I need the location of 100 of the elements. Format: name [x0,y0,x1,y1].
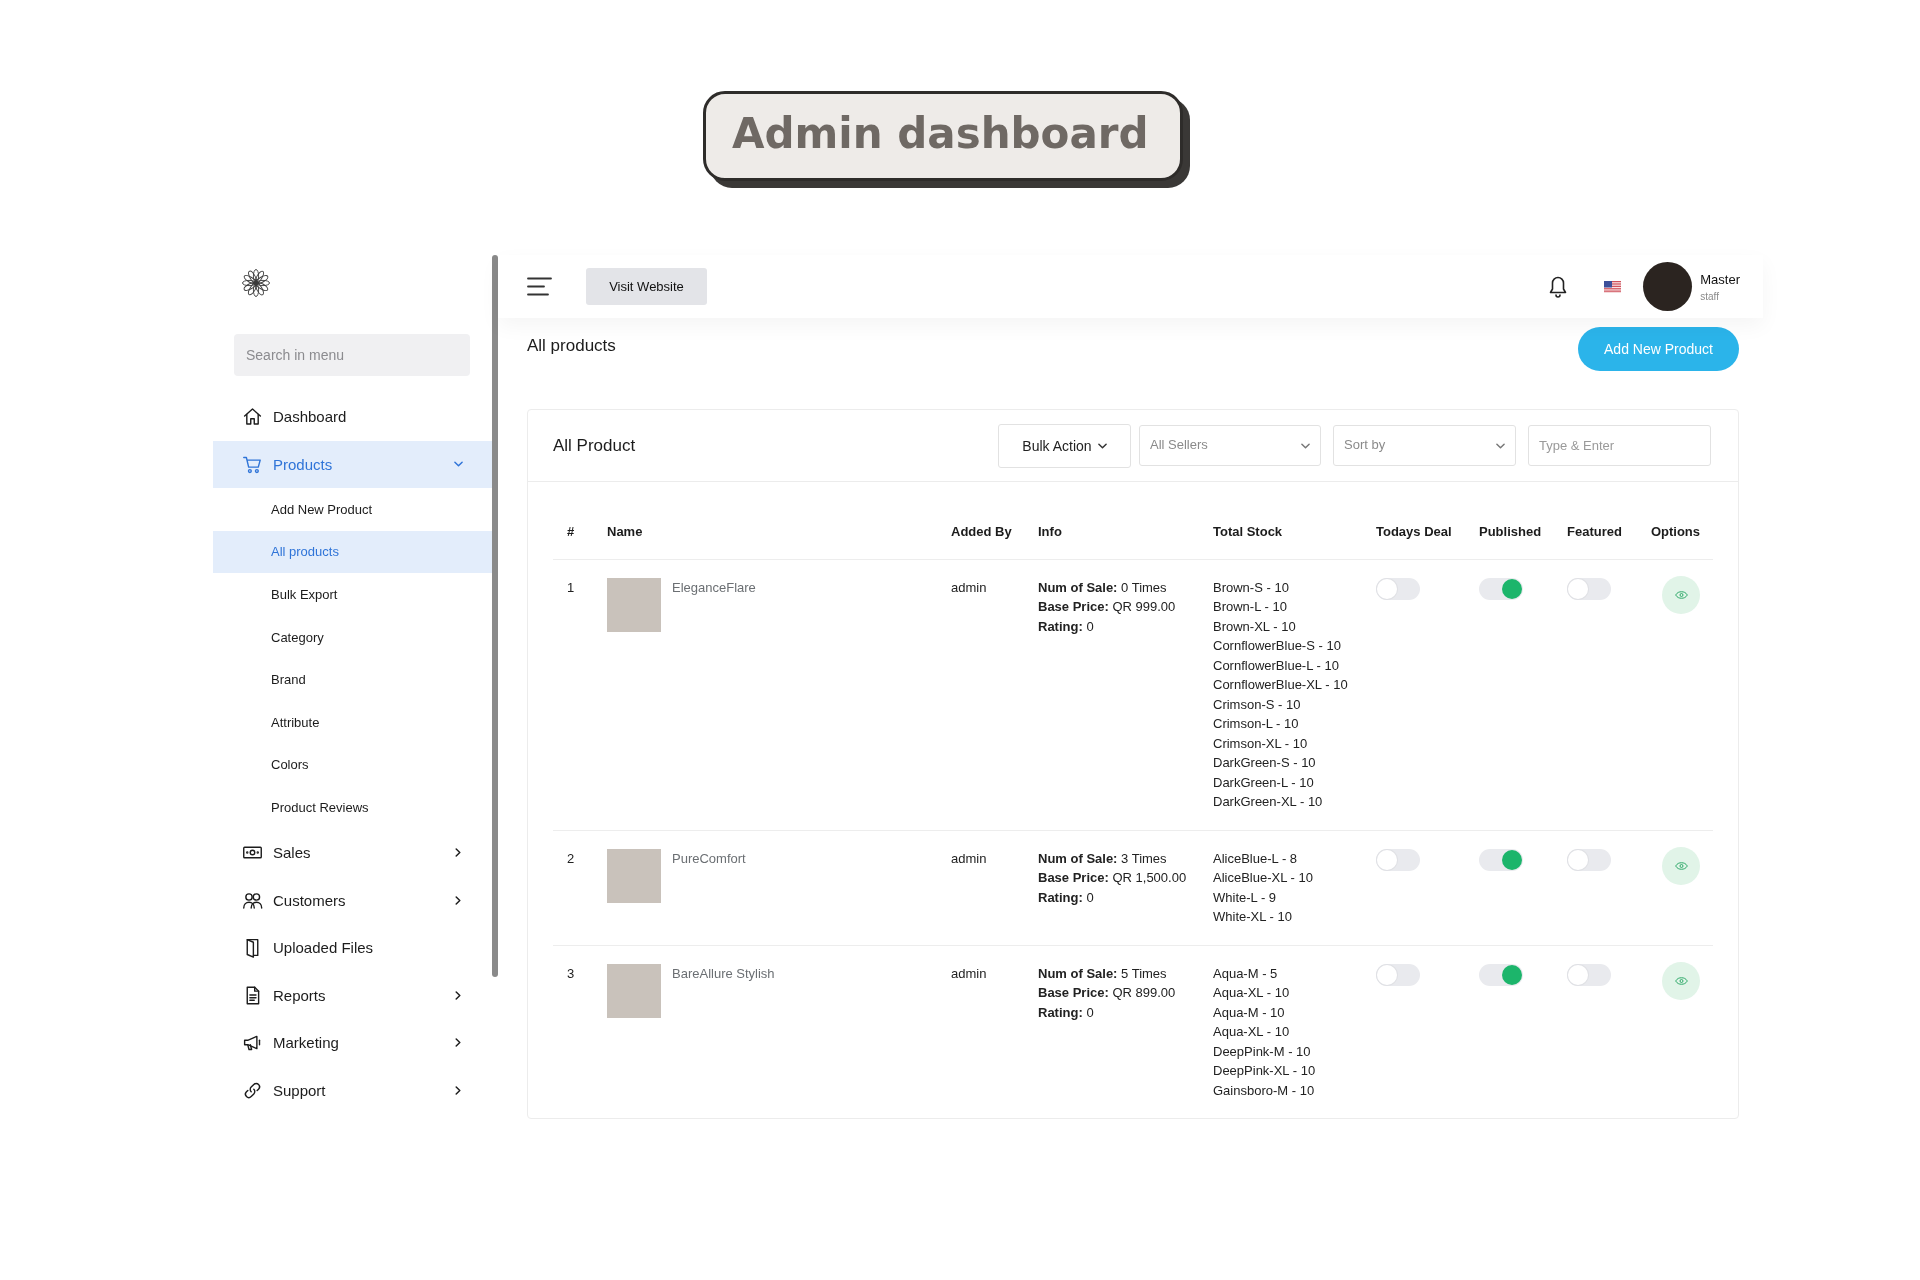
info-line: Num of Sale: 0 Times [1038,578,1168,597]
submenu-item[interactable]: Brand [213,658,492,701]
stock-entry: Crimson-S - 10 [1213,695,1302,714]
banner-title: Admin dashboard [732,111,1149,158]
added-by-text: admin [951,850,987,866]
toggle-switch[interactable] [1567,577,1611,600]
bell-icon[interactable] [1549,275,1568,298]
photo-placeholder [607,963,661,1018]
stock-entry: CornflowerBlue-XL - 10 [1213,676,1349,694]
submenu-item[interactable]: Category [213,615,492,659]
column-header: Featured [1567,524,1622,539]
toggle-switch[interactable] [1567,848,1611,871]
search-field[interactable]: Type & Enter [1528,425,1711,466]
visit-website-button[interactable]: Visit Website [586,268,707,305]
stock-entry: CornflowerBlue-L - 10 [1213,656,1340,675]
row-number: 2 [567,850,575,866]
menu-item[interactable]: Dashboard [213,393,492,441]
product-name: EleganceFlare [672,578,756,597]
submenu-item[interactable]: Colors [213,743,492,787]
bulk-action-button[interactable]: Bulk Action [998,423,1131,468]
view-button[interactable] [1662,846,1700,885]
user-name: Master [1700,271,1740,287]
info-line: Base Price: QR 999.00 [1038,598,1177,616]
info-line: Base Price: QR 1,500.00 [1038,869,1188,887]
menu-item[interactable]: Reports [213,971,492,1019]
submenu-item[interactable]: Add New Product [213,488,492,531]
scrollbar-thumb[interactable] [492,255,498,977]
view-button[interactable] [1662,961,1700,1000]
stock-entry: DarkGreen-L - 10 [1213,773,1315,792]
stock-entry: Brown-L - 10 [1213,598,1288,616]
photo-placeholder [607,577,661,632]
chevron-down-icon [1301,442,1310,449]
column-header: Options [1650,523,1700,541]
toggle-switch[interactable] [1376,963,1420,986]
page-title: All products [527,336,616,356]
menu-item[interactable]: Sales [213,828,492,877]
menu-item[interactable]: Customers [213,876,492,924]
menu-icon[interactable] [527,277,552,296]
column-header: Total Stock [1213,524,1283,539]
stock-entry: Brown-XL - 10 [1213,617,1297,636]
menu-item[interactable]: Products [213,440,492,488]
chevron-down-icon [1496,442,1505,449]
toggle-switch[interactable] [1479,963,1523,986]
toggle-switch[interactable] [1479,577,1523,600]
column-header: Name [607,524,643,539]
menu-item[interactable]: Support [213,1066,492,1114]
stock-entry: Gainsboro-M - 10 [1213,1081,1316,1100]
product-name: BareAllure Stylish [672,964,775,983]
column-header: Info [1038,524,1062,539]
info-line: Num of Sale: 5 Times [1038,964,1168,983]
stock-entry: Crimson-XL - 10 [1213,734,1309,753]
stock-entry: DarkGreen-XL - 10 [1213,793,1324,811]
added-by-text: admin [951,579,987,595]
eye-icon [1674,861,1688,870]
info-line: Base Price: QR 899.00 [1038,984,1177,1002]
flag-icon[interactable] [1604,280,1622,293]
stock-entry: Brown-S - 10 [1213,578,1290,597]
product-name: PureComfort [672,849,746,868]
sort-dropdown[interactable]: Sort by [1333,425,1516,466]
stock-entry: Aqua-M - 5 [1213,964,1279,983]
submenu-item[interactable]: Product Reviews [213,786,492,829]
stock-entry: Aqua-M - 10 [1213,1003,1286,1022]
stock-entry: CornflowerBlue-S - 10 [1213,637,1342,655]
search-field[interactable]: Search in menu [234,334,470,376]
submenu-item[interactable]: Attribute [213,700,492,744]
added-by-text: admin [951,965,987,981]
stock-entry: AliceBlue-L - 8 [1213,849,1299,868]
stock-entry: Aqua-XL - 10 [1213,1023,1291,1041]
toggle-switch[interactable] [1376,848,1420,871]
menu-item[interactable]: Marketing [213,1018,492,1067]
avatar[interactable] [1643,262,1693,311]
view-button[interactable] [1662,575,1700,614]
chevron-down-icon [1097,442,1107,449]
info-line: Rating: 0 [1038,888,1095,907]
toggle-switch[interactable] [1479,848,1523,871]
stock-entry: Crimson-L - 10 [1213,715,1300,733]
stock-entry: AliceBlue-XL - 10 [1213,869,1314,887]
column-header: Published [1479,524,1542,539]
info-line: Rating: 0 [1038,617,1095,636]
column-header: Todays Deal [1376,524,1452,539]
toggle-switch[interactable] [1376,577,1420,600]
stock-entry: DarkGreen-S - 10 [1213,754,1317,772]
column-header: Added By [951,524,1012,539]
card-title: All Product [553,435,636,456]
eye-icon [1674,976,1688,985]
stock-entry: DeepPink-M - 10 [1213,1042,1312,1061]
submenu-item[interactable]: All products [213,530,492,574]
toggle-switch[interactable] [1567,963,1611,986]
eye-icon [1674,590,1688,599]
menu-item[interactable]: Uploaded Files [213,923,492,972]
submenu-item[interactable]: Bulk Export [213,573,492,616]
user-role: staff [1700,290,1720,302]
seller-dropdown[interactable]: All Sellers [1139,425,1321,466]
stock-entry: White-L - 9 [1213,888,1278,907]
stock-entry: White-XL - 10 [1213,908,1293,926]
info-line: Rating: 0 [1038,1003,1095,1022]
stock-entry: DeepPink-XL - 10 [1213,1062,1317,1080]
home-icon [242,406,263,428]
photo-placeholder [607,848,661,903]
column-header: # [567,524,575,539]
